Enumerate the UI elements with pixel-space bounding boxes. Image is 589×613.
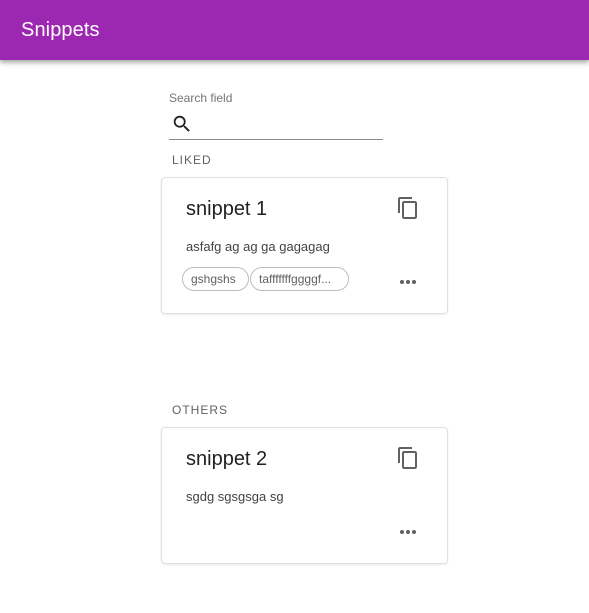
app-bar: Snippets [0, 0, 589, 60]
snippet-card[interactable]: snippet 1 asfafg ag ag ga gagagag gshgsh… [161, 177, 448, 314]
search-label: Search field [169, 91, 233, 105]
snippet-title: snippet 1 [186, 198, 268, 220]
tag-chip[interactable]: gshgshs [182, 267, 249, 291]
copy-icon[interactable] [396, 196, 420, 220]
section-liked-label: LIKED [172, 153, 212, 167]
search-input[interactable] [199, 113, 383, 137]
search-field[interactable]: Search field [169, 91, 383, 141]
search-icon [171, 113, 193, 135]
copy-icon[interactable] [396, 446, 420, 470]
more-icon[interactable] [396, 520, 420, 544]
more-icon[interactable] [396, 270, 420, 294]
search-underline [169, 139, 383, 140]
snippet-text: sgdg sgsgsga sg [186, 489, 284, 504]
section-others-label: OTHERS [172, 403, 229, 417]
tag-chip[interactable]: tafffffffggggf... [250, 267, 349, 291]
snippet-text: asfafg ag ag ga gagagag [186, 239, 330, 254]
snippet-card[interactable]: snippet 2 sgdg sgsgsga sg [161, 427, 448, 564]
app-title: Snippets [21, 18, 100, 41]
snippet-title: snippet 2 [186, 448, 268, 470]
